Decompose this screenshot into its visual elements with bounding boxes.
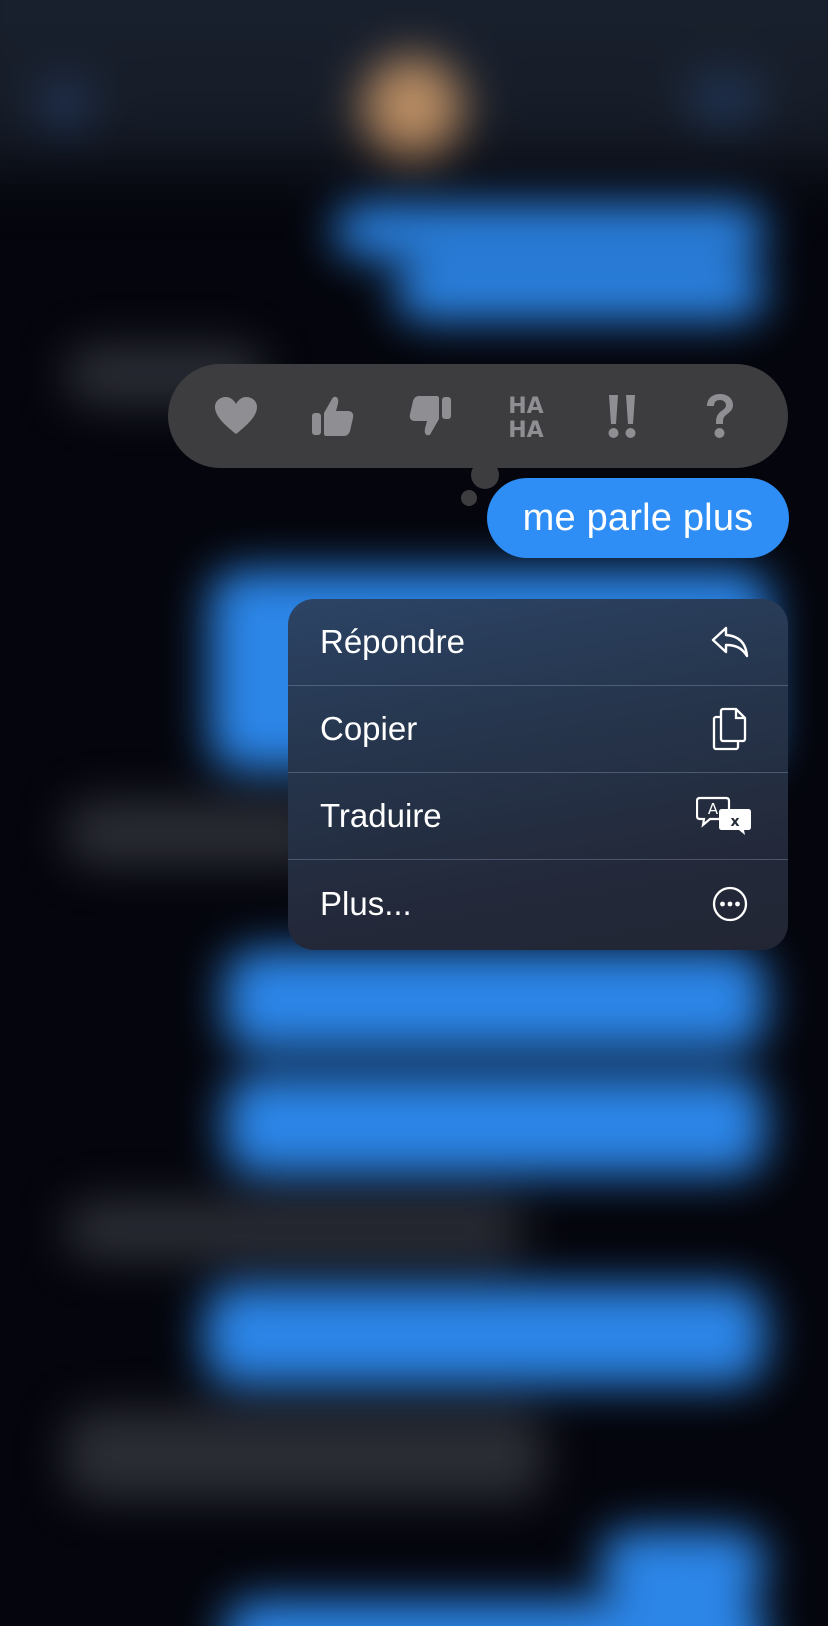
blurred-received-bubble bbox=[65, 800, 325, 866]
messages-screen: HA HA me parle plus Répondre Copier Trad… bbox=[0, 0, 828, 1626]
blurred-sent-bubble bbox=[225, 1600, 765, 1626]
blurred-sent-bubble bbox=[600, 1530, 765, 1600]
context-menu: Répondre Copier Traduire A x Plus... bbox=[288, 599, 788, 950]
reaction-exclamation[interactable] bbox=[588, 381, 658, 451]
menu-item-label: Répondre bbox=[320, 623, 465, 660]
reaction-bar-tail bbox=[461, 490, 477, 506]
svg-text:A: A bbox=[708, 800, 719, 818]
copy-icon bbox=[708, 707, 752, 751]
reaction-heart[interactable] bbox=[201, 381, 271, 451]
menu-item-label: Traduire bbox=[320, 797, 442, 834]
blurred-received-bubble bbox=[65, 1200, 525, 1260]
menu-item-copy[interactable]: Copier bbox=[288, 686, 788, 773]
translate-icon: A x bbox=[696, 794, 752, 838]
haha-icon: HA HA bbox=[509, 394, 544, 441]
menu-item-label: Copier bbox=[320, 710, 418, 747]
menu-item-more[interactable]: Plus... bbox=[288, 860, 788, 947]
question-icon bbox=[706, 394, 733, 438]
blurred-sent-bubble bbox=[395, 262, 765, 320]
svg-text:HA: HA bbox=[509, 394, 544, 419]
heart-icon bbox=[215, 397, 258, 434]
exclamation-icon bbox=[608, 395, 636, 438]
blurred-sent-bubble bbox=[225, 1075, 765, 1175]
reaction-bar: HA HA bbox=[168, 364, 788, 468]
menu-item-translate[interactable]: Traduire A x bbox=[288, 773, 788, 860]
selected-message-bubble[interactable]: me parle plus bbox=[487, 478, 789, 558]
reaction-haha[interactable]: HA HA bbox=[491, 381, 561, 451]
reaction-thumbs-down[interactable] bbox=[395, 381, 465, 451]
message-text: me parle plus bbox=[522, 496, 754, 539]
blurred-contact-avatar bbox=[360, 55, 465, 160]
menu-item-reply[interactable]: Répondre bbox=[288, 599, 788, 686]
blurred-video-button bbox=[690, 75, 760, 125]
reaction-bar-tail bbox=[471, 461, 499, 489]
svg-text:x: x bbox=[730, 814, 739, 830]
thumbs-down-icon bbox=[409, 396, 451, 436]
blurred-sent-bubble bbox=[335, 205, 765, 257]
blurred-sent-bubble bbox=[205, 1285, 765, 1385]
thumbs-up-icon bbox=[311, 396, 354, 436]
reaction-question[interactable] bbox=[685, 381, 755, 451]
blurred-received-bubble bbox=[65, 1410, 545, 1500]
menu-item-label: Plus... bbox=[320, 884, 412, 922]
blurred-sent-bubble bbox=[225, 950, 765, 1050]
reply-icon bbox=[708, 620, 752, 664]
blurred-back-button bbox=[40, 80, 90, 130]
svg-text:HA: HA bbox=[509, 418, 544, 441]
more-icon bbox=[708, 882, 752, 926]
reaction-thumbs-up[interactable] bbox=[298, 381, 368, 451]
